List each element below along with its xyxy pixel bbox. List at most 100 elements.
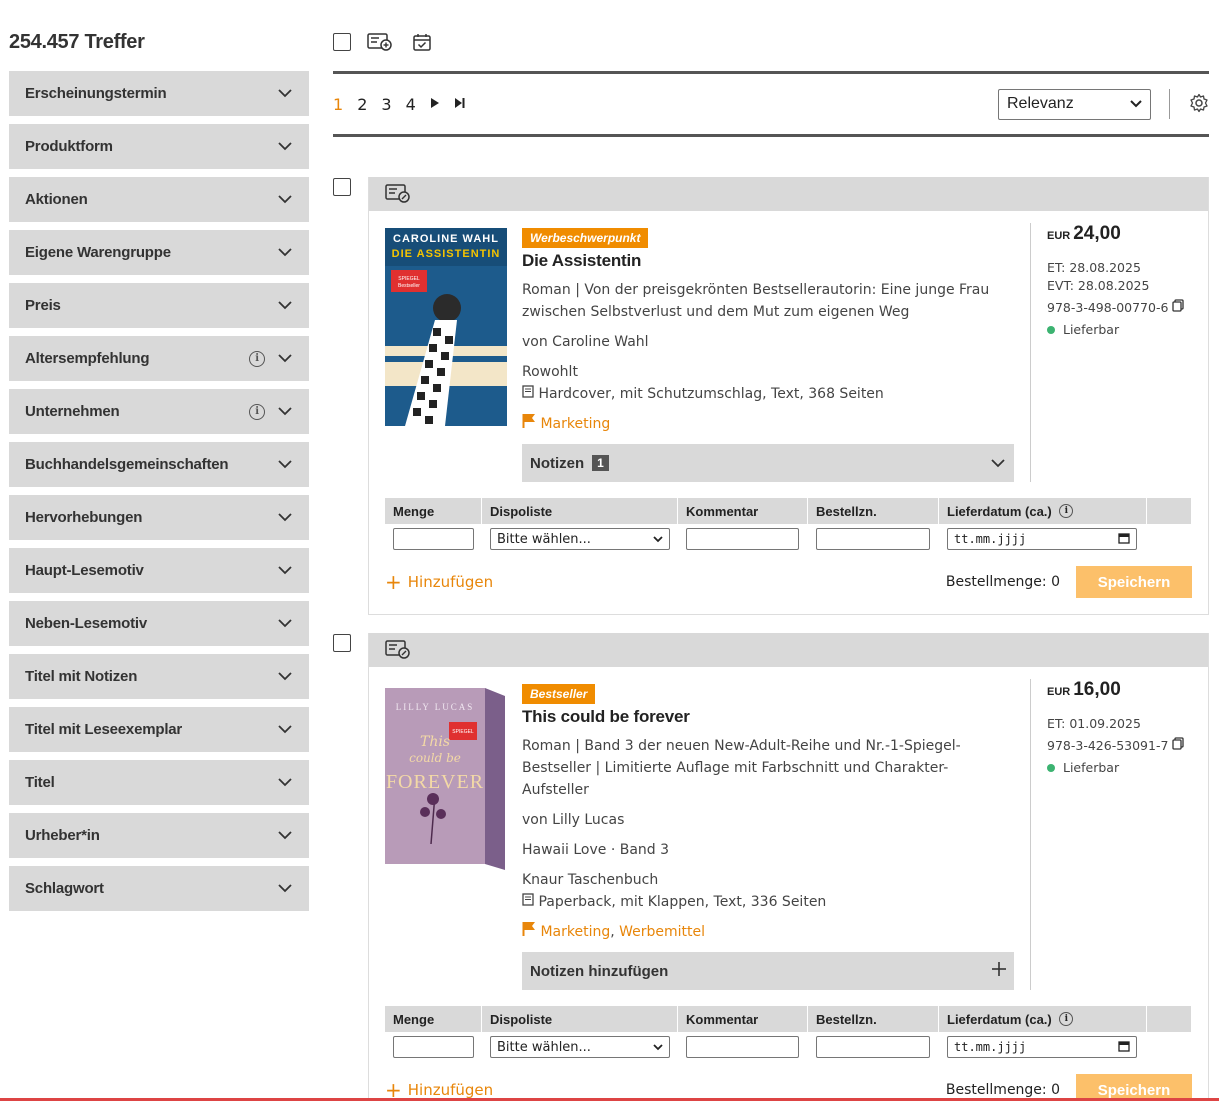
facet-label: Eigene Warengruppe xyxy=(25,244,171,261)
order-table: Menge Dispoliste Kommentar Bestellzn. Liefer… xyxy=(385,498,1192,552)
chevron-down-icon xyxy=(277,510,293,526)
cover-title: DIE ASSISTENTIN xyxy=(392,248,501,260)
order-number-input[interactable] xyxy=(816,528,930,550)
chevron-down-icon xyxy=(277,828,293,844)
isbn: 978-3-498-00770-6 xyxy=(1047,299,1208,317)
facet-produktform[interactable]: Produktform xyxy=(9,124,309,169)
order-number-input[interactable] xyxy=(816,1036,930,1058)
facet-label: Titel xyxy=(25,774,55,791)
product-title[interactable]: Die Assistentin xyxy=(522,251,1014,271)
last-page-icon[interactable] xyxy=(454,97,466,112)
svg-text:This: This xyxy=(420,734,450,750)
facet-unternehmen[interactable]: Unternehmen i xyxy=(9,389,309,434)
calendar-icon[interactable] xyxy=(1118,532,1130,547)
facet-erscheinungstermin[interactable]: Erscheinungstermin xyxy=(9,71,309,116)
product-author[interactable]: von Caroline Wahl xyxy=(522,331,1014,353)
select-product-checkbox[interactable] xyxy=(333,178,351,196)
chevron-down-icon xyxy=(277,404,293,420)
facet-titel[interactable]: Titel xyxy=(9,760,309,805)
release-date: ET: 01.09.2025 xyxy=(1047,716,1141,731)
info-icon[interactable]: i xyxy=(1059,1012,1074,1026)
add-to-list-icon[interactable] xyxy=(367,31,393,53)
facet-buchhandelsgemeinschaften[interactable]: Buchhandelsgemeinschaften xyxy=(9,442,309,487)
notes-label: Notizen hinzufügen xyxy=(530,962,669,980)
facet-schlagwort[interactable]: Schlagwort xyxy=(9,866,309,911)
gear-icon[interactable] xyxy=(1189,93,1209,116)
notes-toggle[interactable]: Notizen hinzufügen xyxy=(522,952,1014,990)
facet-altersempfehlung[interactable]: Altersempfehlung i xyxy=(9,336,309,381)
facet-preis[interactable]: Preis xyxy=(9,283,309,328)
delivery-date-input[interactable]: tt.mm.jjjj xyxy=(947,1036,1137,1058)
info-icon[interactable]: i xyxy=(1059,504,1074,518)
facet-hervorhebungen[interactable]: Hervorhebungen xyxy=(9,495,309,540)
delivery-date-input[interactable]: tt.mm.jjjj xyxy=(947,528,1137,550)
release-date: ET: 28.08.2025 xyxy=(1047,260,1141,275)
chevron-down-icon xyxy=(653,1043,663,1050)
product-subtitle: Roman | Band 3 der neuen New-Adult-Reihe… xyxy=(522,738,961,798)
quantity-input[interactable] xyxy=(393,1036,474,1058)
save-button[interactable]: Speichern xyxy=(1076,566,1192,598)
book-cover[interactable]: CAROLINE WAHL DIE ASSISTENTIN SPIEGEL Bests… xyxy=(385,228,507,482)
page-link-2[interactable]: 2 xyxy=(357,95,367,114)
sort-select[interactable]: Relevanz xyxy=(998,88,1151,120)
list-edit-icon[interactable] xyxy=(385,183,411,206)
facet-eigene-warengruppe[interactable]: Eigene Warengruppe xyxy=(9,230,309,275)
flag-icon xyxy=(522,922,536,940)
availability-dot xyxy=(1047,764,1055,772)
facet-neben-lesemotiv[interactable]: Neben-Lesemotiv xyxy=(9,601,309,646)
product-series[interactable]: Hawaii Love · Band 3 xyxy=(522,839,1014,861)
notes-count-badge: 1 xyxy=(592,455,609,471)
select-all-checkbox[interactable] xyxy=(333,32,351,51)
cover-author: CAROLINE WAHL xyxy=(393,233,499,245)
facet-titel-mit-notizen[interactable]: Titel mit Notizen xyxy=(9,654,309,699)
save-button[interactable]: Speichern xyxy=(1076,1074,1192,1101)
product-item: LILLY LUCAS SPIEGEL This could be FOREVER Bes… xyxy=(333,633,1209,1101)
comment-input[interactable] xyxy=(686,1036,799,1058)
facet-label: Hervorhebungen xyxy=(25,509,143,526)
info-icon[interactable]: i xyxy=(249,350,265,367)
chevron-down-icon xyxy=(277,298,293,314)
cover-author: LILLY LUCAS xyxy=(396,702,475,712)
product-link-marketing[interactable]: Marketing xyxy=(540,924,610,940)
copy-icon[interactable] xyxy=(1172,737,1185,753)
product-link-werbemittel[interactable]: Werbemittel xyxy=(619,924,705,940)
add-order-line-button[interactable]: + Hinzufügen xyxy=(385,570,493,594)
facet-haupt-lesemotiv[interactable]: Haupt-Lesemotiv xyxy=(9,548,309,593)
facet-urheber-in[interactable]: Urheber*in xyxy=(9,813,309,858)
card-header xyxy=(369,177,1208,211)
page-link-3[interactable]: 3 xyxy=(381,95,391,114)
product-publisher[interactable]: Rowohlt xyxy=(522,361,1014,383)
product-link-marketing[interactable]: Marketing xyxy=(540,416,610,432)
product-links: Marketing, Werbemittel xyxy=(522,921,1014,943)
select-product-checkbox[interactable] xyxy=(333,634,351,652)
calendar-check-icon[interactable] xyxy=(409,31,435,53)
product-title[interactable]: This could be forever xyxy=(522,707,1014,727)
product-author[interactable]: von Lilly Lucas xyxy=(522,809,1014,831)
next-page-icon[interactable] xyxy=(430,97,440,112)
dispoliste-select[interactable]: Bitte wählen... xyxy=(490,1036,670,1058)
facet-label: Produktform xyxy=(25,138,113,155)
order-table: Menge Dispoliste Kommentar Bestellzn. Liefer… xyxy=(385,1006,1192,1060)
comment-input[interactable] xyxy=(686,528,799,550)
facet-label: Unternehmen xyxy=(25,403,120,420)
copy-icon[interactable] xyxy=(1172,299,1185,315)
product-card: LILLY LUCAS SPIEGEL This could be FOREVER Bes… xyxy=(368,633,1209,1101)
notes-toggle[interactable]: Notizen 1 xyxy=(522,444,1014,482)
page-link-4[interactable]: 4 xyxy=(406,95,416,114)
quantity-input[interactable] xyxy=(393,528,474,550)
facet-aktionen[interactable]: Aktionen xyxy=(9,177,309,222)
page-link-1[interactable]: 1 xyxy=(333,95,343,114)
book-cover[interactable]: LILLY LUCAS SPIEGEL This could be FOREVER xyxy=(385,684,507,990)
facet-label: Neben-Lesemotiv xyxy=(25,615,148,632)
calendar-icon[interactable] xyxy=(1118,1040,1130,1055)
facet-label: Preis xyxy=(25,297,61,314)
facet-titel-mit-leseexemplar[interactable]: Titel mit Leseexemplar xyxy=(9,707,309,752)
info-icon[interactable]: i xyxy=(249,403,265,420)
product-publisher[interactable]: Knaur Taschenbuch xyxy=(522,869,1014,891)
facet-label: Altersempfehlung xyxy=(25,350,150,367)
product-item: CAROLINE WAHL DIE ASSISTENTIN SPIEGEL Bests… xyxy=(333,177,1209,615)
dispoliste-select[interactable]: Bitte wählen... xyxy=(490,528,670,550)
col-kommentar: Kommentar xyxy=(678,498,808,524)
product-price: EUR 24,00 xyxy=(1047,223,1121,244)
list-edit-icon[interactable] xyxy=(385,639,411,662)
